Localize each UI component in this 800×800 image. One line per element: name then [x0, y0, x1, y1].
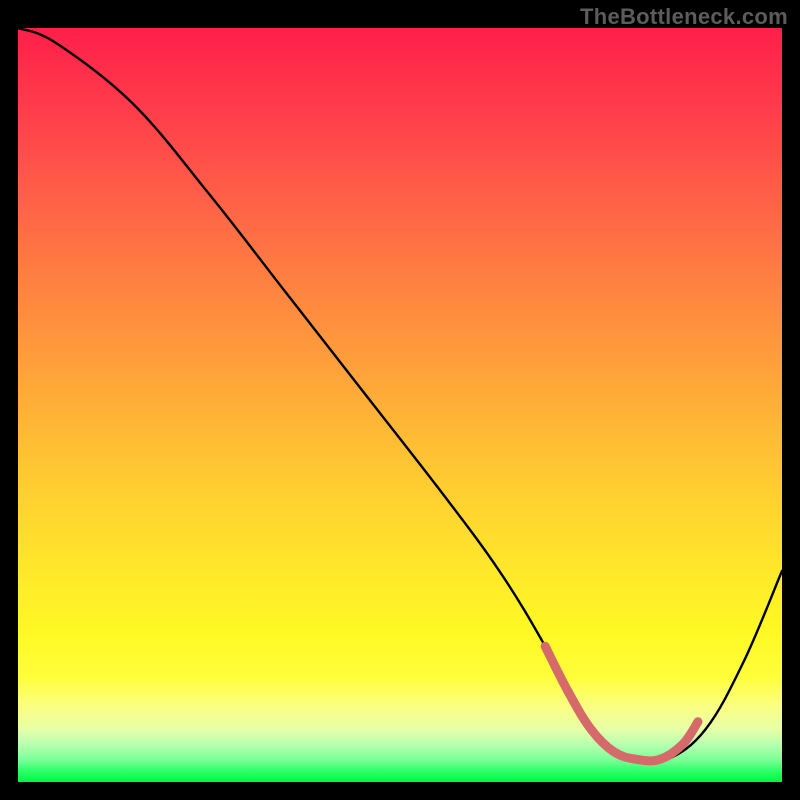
optimal-range-highlight-path — [545, 646, 698, 761]
bottleneck-curve-path — [18, 28, 782, 763]
chart-svg — [18, 28, 782, 782]
watermark-text: TheBottleneck.com — [580, 4, 788, 30]
chart-frame: TheBottleneck.com — [0, 0, 800, 800]
chart-plot-area — [18, 28, 782, 782]
